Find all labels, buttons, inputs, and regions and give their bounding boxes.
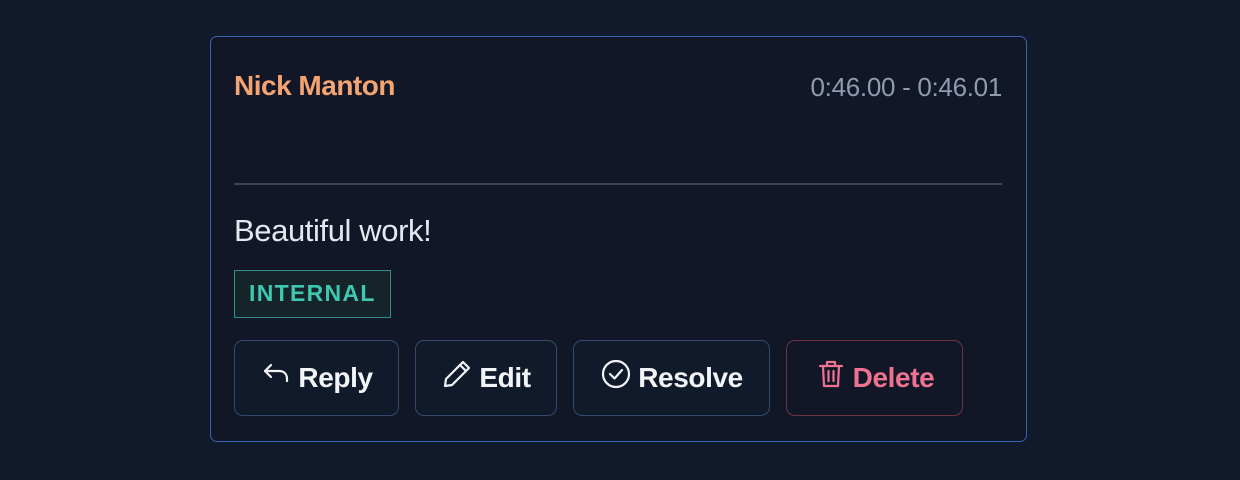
trash-icon [815, 358, 847, 390]
resolve-button[interactable]: Resolve [573, 340, 770, 416]
reply-label: Reply [298, 362, 373, 393]
reply-arrow-icon [260, 358, 292, 390]
pencil-icon [441, 358, 473, 390]
comment-actions: Reply Edit Resolve Delete [234, 340, 963, 416]
resolve-label: Resolve [638, 362, 743, 393]
internal-badge: INTERNAL [234, 270, 391, 318]
comment-text: Beautiful work! [234, 213, 432, 248]
delete-label: Delete [852, 362, 935, 393]
comment-card: Nick Manton 0:46.00 - 0:46.01 Beautiful … [210, 36, 1027, 442]
edit-label: Edit [479, 362, 531, 393]
check-circle-icon [600, 358, 632, 390]
comment-timestamp: 0:46.00 - 0:46.01 [810, 72, 1003, 102]
divider [234, 183, 1002, 185]
reply-button[interactable]: Reply [234, 340, 399, 416]
comment-author: Nick Manton [234, 70, 395, 101]
edit-button[interactable]: Edit [415, 340, 557, 416]
delete-button[interactable]: Delete [786, 340, 963, 416]
